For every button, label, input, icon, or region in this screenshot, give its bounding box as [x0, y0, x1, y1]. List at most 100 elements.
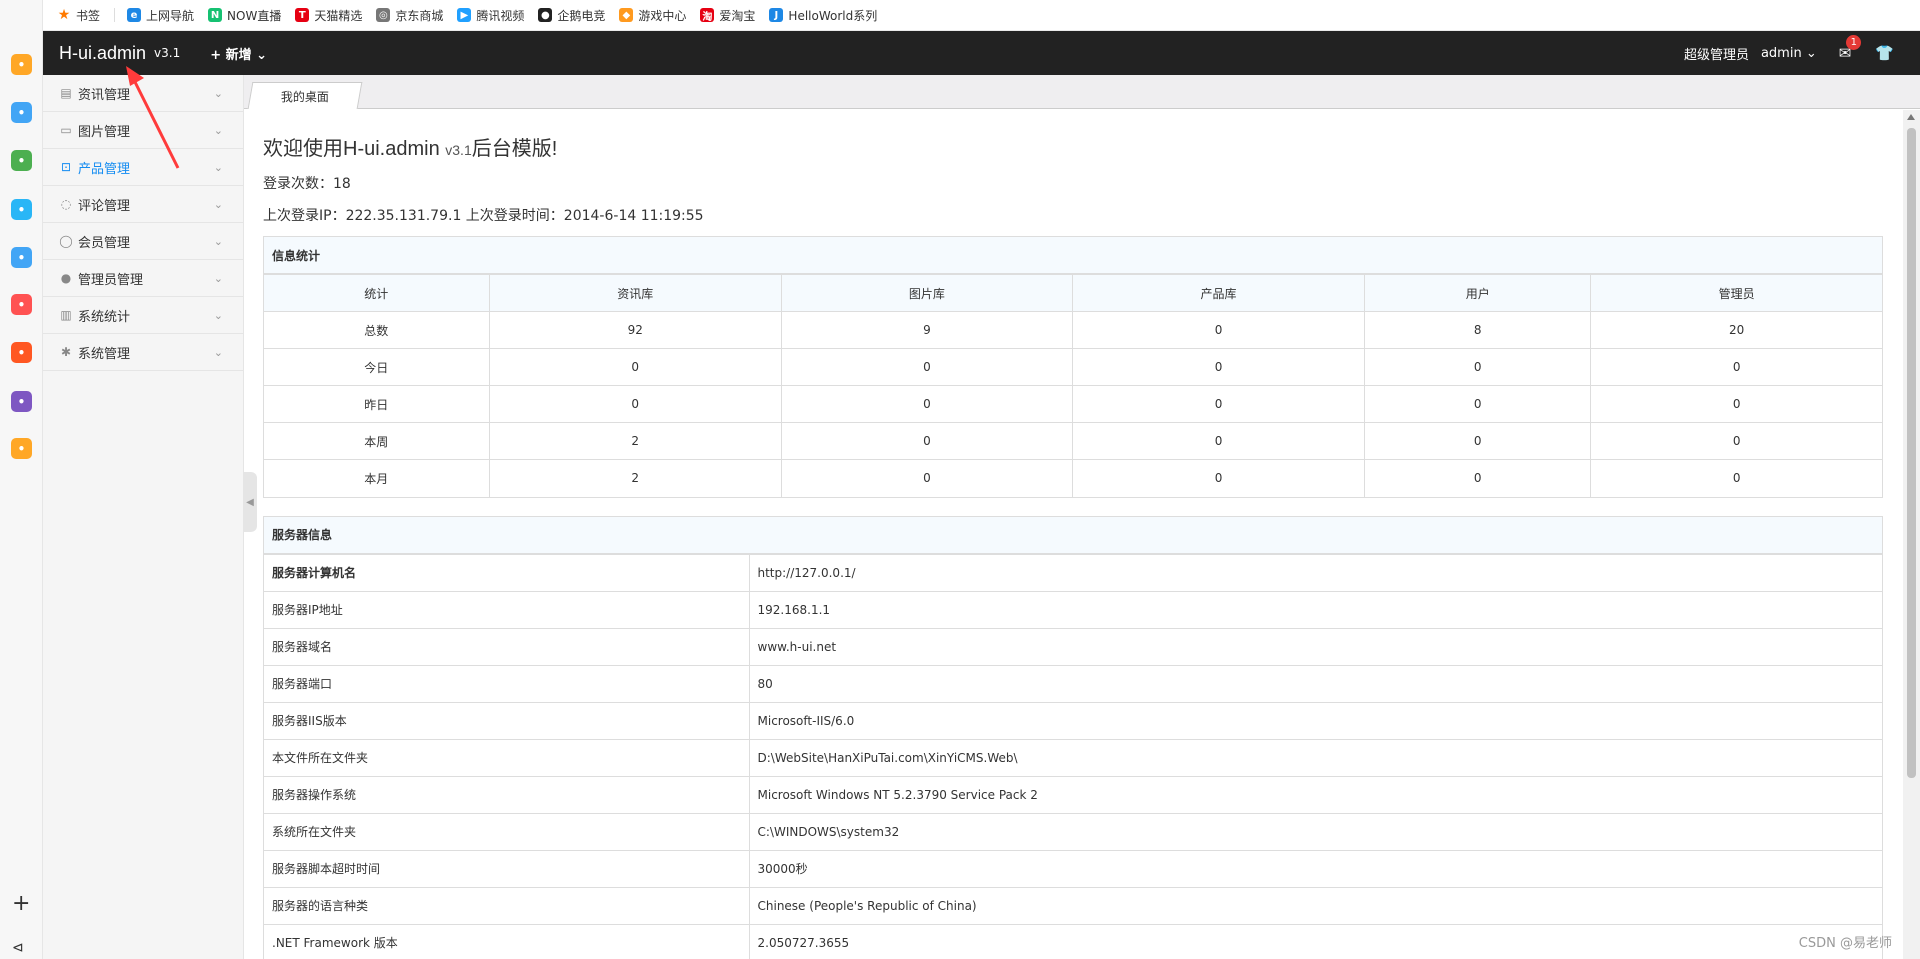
message-icon[interactable]: ✉ 1 [1839, 35, 1862, 62]
table-row: 服务器域名 www.h-ui.net [264, 627, 1882, 665]
pdf-icon[interactable]: • [11, 342, 32, 363]
bookmark-item[interactable]: T 天猫精选 [295, 7, 362, 24]
sidebar-item[interactable]: ● 管理员管理 ⌄ [43, 260, 243, 297]
picture-icon: ▭ [60, 123, 72, 137]
tab-label: 我的桌面 [280, 89, 329, 104]
chevron-down-icon: ⌄ [213, 197, 223, 211]
message-badge: 1 [1846, 35, 1862, 50]
stats-cell: 8 [1364, 311, 1592, 349]
stats-cell: 本周 [264, 422, 490, 460]
user-menu[interactable]: admin ⌄ [1761, 46, 1817, 61]
sidebar-item[interactable]: ◌ 评论管理 ⌄ [43, 186, 243, 223]
cloud-icon[interactable]: • [11, 247, 32, 268]
tab-my-desktop[interactable]: 我的桌面 [247, 82, 363, 109]
stats-cell: 0 [780, 422, 1073, 460]
user-icon: ◯ [59, 234, 73, 248]
server-value-cell: Chinese (People's Republic of China) [749, 886, 1882, 924]
bookmark-item[interactable]: ◆ 游戏中心 [619, 7, 686, 24]
app-version: v3.1 [154, 46, 181, 60]
main-content: 欢迎使用H-ui.admin v3.1后台模版! 登录次数：18 上次登录IP：… [263, 110, 1883, 959]
bookmark-separator [114, 8, 116, 22]
stats-cell: 0 [1590, 459, 1882, 497]
bookmark-item[interactable]: ◎ 京东商城 [376, 7, 443, 24]
sidebar-item-label: 管理员管理 [78, 272, 144, 288]
chevron-down-icon: ⌄ [213, 271, 223, 285]
bookmark-label: 企鹅电竞 [557, 8, 606, 23]
add-dock-icon[interactable]: + [12, 893, 30, 915]
server-key-cell: 服务器计算机名 [264, 553, 750, 591]
sidebar-item[interactable]: ◯ 会员管理 ⌄ [43, 223, 243, 260]
stats-header-cell: 图片库 [780, 274, 1073, 312]
taobao-icon: 淘 [700, 8, 715, 23]
stats-cell: 9 [780, 311, 1073, 349]
bookmark-item[interactable]: ▶ 腾讯视频 [457, 7, 524, 24]
skin-icon[interactable]: 👕 [1875, 44, 1894, 62]
page-scrollbar[interactable] [1903, 110, 1920, 959]
sidebar-item[interactable]: ▥ 系统统计 ⌄ [43, 297, 243, 334]
sidebar-item-label: 系统管理 [78, 346, 131, 362]
table-row: 本周 2 0 0 0 0 [264, 422, 1882, 460]
add-new-menu[interactable]: + 新增 ⌄ [210, 44, 267, 63]
stats-title: 信息统计 [264, 237, 1882, 274]
pinwheel-icon[interactable]: • [11, 199, 32, 220]
search-icon[interactable]: • [11, 438, 32, 459]
stats-panel: 信息统计 统计 资讯库 图片库 产品库 用户 管理员 总数 92 9 0 8 20 今日 0 0 0 0 0 昨日 0… [263, 236, 1883, 498]
stats-cell: 0 [780, 348, 1073, 386]
sidebar-collapse-handle[interactable]: ◀ [243, 472, 257, 532]
news-icon: ▤ [60, 86, 72, 100]
sidebar-item[interactable]: ✱ 系统管理 ⌄ [43, 334, 243, 371]
edit-icon[interactable]: • [11, 391, 32, 412]
navbar-right: 超级管理员 admin ⌄ ✉ 1 👕 [1684, 35, 1894, 63]
wechat-icon[interactable]: • [11, 150, 32, 171]
stats-cell: 本月 [264, 459, 490, 497]
server-key-cell: 服务器域名 [264, 627, 750, 665]
comment-icon: ◌ [60, 197, 72, 211]
photo-icon[interactable]: • [11, 294, 32, 315]
bookmark-label: HelloWorld系列 [788, 8, 878, 23]
server-key-cell: .NET Framework 版本 [264, 923, 750, 959]
chevron-down-icon: ⌄ [213, 345, 223, 359]
last-login: 上次登录IP：222.35.131.79.1 上次登录时间：2014-6-14 … [263, 208, 704, 224]
admin-icon: ● [60, 271, 72, 285]
bookmark-label: 书签 [76, 8, 101, 23]
server-key-cell: 服务器的语言种类 [264, 886, 750, 924]
stats-cell: 0 [1071, 311, 1366, 349]
server-key-cell: 本文件所在文件夹 [264, 738, 750, 776]
scroll-thumb[interactable] [1907, 128, 1916, 778]
stats-header-cell: 产品库 [1071, 274, 1366, 312]
video-icon: ▶ [457, 8, 472, 22]
bookmark-label: 上网导航 [146, 8, 195, 23]
welcome-version: v3.1 [445, 142, 472, 158]
penguin-icon: ● [538, 8, 553, 22]
bookmark-item[interactable]: N NOW直播 [208, 7, 281, 24]
stats-header-cell: 资讯库 [488, 274, 782, 312]
tab-bar: 我的桌面 [244, 75, 1920, 109]
chevron-down-icon: ⌄ [213, 86, 223, 100]
bookmark-item[interactable]: e 上网导航 [127, 7, 194, 24]
server-key-cell: 服务器IIS版本 [264, 701, 750, 739]
bookmark-item[interactable]: 淘爱淘宝 [700, 7, 755, 24]
server-value-cell: 2.050727.3655 [749, 923, 1882, 959]
scroll-up-arrow[interactable] [1907, 114, 1915, 120]
bookmark-item[interactable]: J HelloWorld系列 [769, 7, 877, 24]
j-icon: J [769, 8, 784, 22]
server-value-cell: C:\WINDOWS\system32 [749, 812, 1882, 850]
stats-header-cell: 管理员 [1590, 274, 1882, 312]
server-value-cell: D:\WebSite\HanXiPuTai.com\XinYiCMS.Web\ [749, 738, 1882, 776]
globe-icon: ◎ [376, 8, 391, 22]
stats-cell: 0 [1590, 422, 1882, 460]
stats-cell: 昨日 [264, 385, 490, 423]
stats-cell: 0 [1364, 348, 1592, 386]
chevron-down-icon: ⌄ [213, 234, 223, 248]
stats-cell: 92 [488, 311, 782, 349]
bookmark-item[interactable]: ● 企鹅电竞 [538, 7, 605, 24]
collapse-dock-icon[interactable]: ⊲ [12, 940, 24, 956]
favorites-icon[interactable]: • [11, 54, 32, 75]
bookmark-label: 游戏中心 [638, 8, 687, 23]
clock-icon[interactable]: • [11, 102, 32, 123]
bookmark-item[interactable]: ★ 书签 [57, 7, 100, 24]
stats-cell: 0 [1364, 422, 1592, 460]
table-row: 服务器脚本超时时间 30000秒 [264, 849, 1882, 887]
stats-cell: 2 [488, 459, 782, 497]
stats-cell: 0 [1071, 348, 1366, 386]
